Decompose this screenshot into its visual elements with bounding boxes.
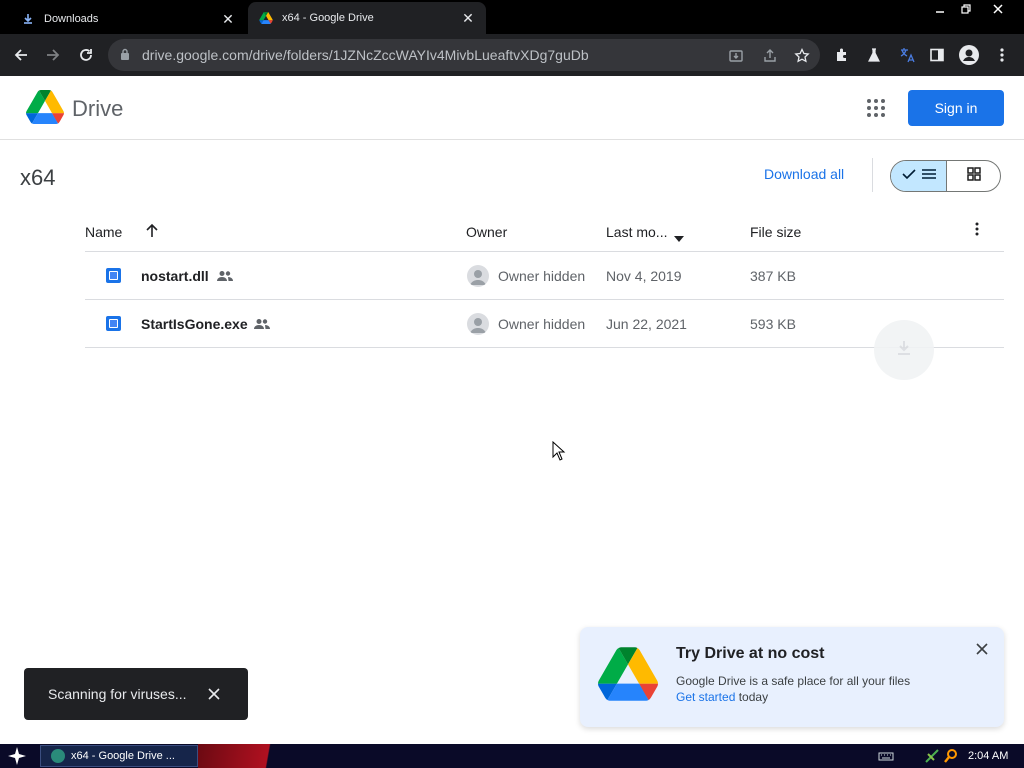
- file-icon: [106, 268, 121, 283]
- file-size: 387 KB: [750, 268, 796, 284]
- sort-arrow-up-icon[interactable]: [145, 223, 159, 242]
- column-header-file-size[interactable]: File size: [750, 224, 801, 240]
- table-row[interactable]: nostart.dll Owner hidden Nov 4, 2019 387…: [85, 252, 1004, 300]
- install-app-icon[interactable]: [726, 46, 746, 66]
- search-icon[interactable]: [943, 748, 959, 764]
- tab-strip: Downloads ✕ x64 - Google Drive ✕: [0, 0, 1024, 34]
- drive-header: Drive Sign in: [0, 76, 1024, 140]
- system-clock[interactable]: 2:04 AM: [968, 750, 1008, 762]
- tab-drive[interactable]: x64 - Google Drive ✕: [248, 2, 486, 34]
- reload-icon[interactable]: [73, 42, 99, 68]
- tab-title: x64 - Google Drive: [282, 12, 374, 24]
- restore-icon[interactable]: [952, 0, 980, 18]
- promo-body: Google Drive is a safe place for all you…: [676, 673, 976, 705]
- taskbar-window-button[interactable]: x64 - Google Drive ...: [40, 745, 198, 767]
- folder-title: x64: [20, 165, 56, 190]
- download-icon: [20, 11, 36, 27]
- owner-avatar-icon: [467, 265, 489, 287]
- close-icon[interactable]: ✕: [458, 8, 478, 28]
- check-icon: [901, 167, 916, 185]
- try-drive-promo: Try Drive at no cost Google Drive is a s…: [580, 627, 1004, 727]
- drive-logo-icon[interactable]: [25, 90, 64, 129]
- taskbar-decoration: [198, 744, 313, 768]
- owner-name: Owner hidden: [498, 316, 586, 332]
- os-taskbar: x64 - Google Drive ...: [0, 744, 1024, 768]
- get-started-link[interactable]: Get started: [676, 690, 735, 704]
- side-panel-icon[interactable]: [927, 45, 947, 65]
- owner-avatar-icon: [467, 313, 489, 335]
- back-icon[interactable]: [8, 42, 34, 68]
- browser-toolbar: drive.google.com/drive/folders/1JZNcZccW…: [0, 34, 1024, 76]
- promo-title: Try Drive at no cost: [676, 645, 825, 662]
- column-header-owner[interactable]: Owner: [466, 224, 507, 240]
- more-options-icon[interactable]: [975, 222, 979, 239]
- owner-name: Owner hidden: [498, 268, 586, 284]
- more-vert-icon[interactable]: [992, 45, 1012, 65]
- minimize-icon[interactable]: [926, 0, 954, 18]
- last-modified: Nov 4, 2019: [606, 268, 682, 284]
- sort-dropdown-icon[interactable]: [674, 229, 684, 245]
- network-icon[interactable]: [924, 748, 940, 764]
- grid-view-button[interactable]: [947, 161, 1000, 191]
- browser-icon: [51, 749, 65, 763]
- forward-icon[interactable]: [40, 42, 66, 68]
- shared-people-icon: [254, 317, 270, 335]
- profile-avatar-icon[interactable]: [959, 45, 979, 65]
- translate-icon[interactable]: [897, 45, 917, 65]
- close-icon[interactable]: [972, 639, 992, 659]
- apps-grid-icon[interactable]: [866, 98, 886, 118]
- keyboard-icon[interactable]: [878, 748, 894, 764]
- close-icon[interactable]: ✕: [218, 9, 238, 29]
- drive-brand-name[interactable]: Drive: [72, 96, 123, 122]
- drive-favicon-icon: [258, 10, 274, 26]
- drive-logo-icon: [598, 647, 658, 706]
- file-icon: [106, 316, 121, 331]
- address-bar[interactable]: drive.google.com/drive/folders/1JZNcZccW…: [108, 39, 820, 71]
- taskbar-window-title: x64 - Google Drive ...: [71, 750, 175, 762]
- file-name: StartIsGone.exe: [141, 316, 248, 332]
- lock-icon: [120, 48, 130, 66]
- grid-icon: [966, 166, 981, 186]
- view-toggle: [890, 160, 1001, 192]
- download-fab-button[interactable]: [874, 320, 934, 380]
- share-icon[interactable]: [760, 46, 780, 66]
- download-icon: [894, 338, 914, 363]
- tab-downloads[interactable]: Downloads ✕: [10, 4, 246, 34]
- list-icon: [921, 167, 936, 185]
- shared-people-icon: [217, 269, 233, 287]
- column-header-last-modified[interactable]: Last mo...: [606, 224, 667, 240]
- table-row[interactable]: StartIsGone.exe Owner hidden Jun 22, 202…: [85, 300, 1004, 348]
- sign-in-button[interactable]: Sign in: [908, 90, 1004, 126]
- start-star-icon[interactable]: [6, 746, 28, 766]
- snackbar-message: Scanning for viruses...: [48, 686, 187, 702]
- file-name: nostart.dll: [141, 268, 209, 284]
- bookmark-star-icon[interactable]: [792, 46, 812, 66]
- last-modified: Jun 22, 2021: [606, 316, 687, 332]
- promo-description: Google Drive is a safe place for all you…: [676, 674, 911, 688]
- extensions-icon[interactable]: [832, 45, 852, 65]
- column-header-name[interactable]: Name: [85, 224, 122, 240]
- close-icon[interactable]: [204, 684, 224, 704]
- mouse-cursor-icon: [552, 440, 566, 466]
- labs-flask-icon[interactable]: [864, 45, 884, 65]
- close-window-icon[interactable]: [984, 0, 1012, 18]
- url-text: drive.google.com/drive/folders/1JZNcZccW…: [142, 47, 589, 63]
- promo-suffix: today: [735, 690, 769, 704]
- file-size: 593 KB: [750, 316, 796, 332]
- tab-title: Downloads: [44, 13, 99, 25]
- divider: [872, 158, 873, 192]
- list-view-button[interactable]: [891, 161, 947, 191]
- download-all-button[interactable]: Download all: [764, 166, 844, 182]
- virus-scan-snackbar: Scanning for viruses...: [24, 668, 248, 720]
